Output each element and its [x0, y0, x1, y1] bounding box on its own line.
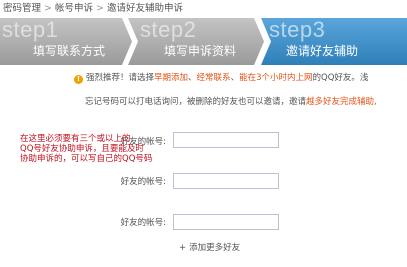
tip-separator: 、	[230, 73, 240, 83]
breadcrumb-item-account-appeal[interactable]: 帐号申诉	[55, 3, 93, 14]
step-1-number: step1	[2, 17, 59, 42]
note-highlight: 越多好友完成辅助,	[306, 97, 377, 107]
step-2: step2 填写申诉资料	[128, 18, 264, 65]
warning-icon: !	[74, 75, 83, 84]
tip-highlight-online: 能在3个小时内上网	[239, 73, 313, 83]
step-1: step1 填写联系方式	[0, 18, 132, 65]
tip-highlight-early: 早期添加	[154, 73, 189, 83]
add-more-friends-link[interactable]: + 添加更多好友	[179, 242, 240, 254]
step-3-active: step3 邀请好友辅助	[261, 18, 407, 65]
add-more-friends-label: 添加更多好友	[189, 243, 241, 253]
step-2-number: step2	[140, 17, 197, 42]
breadcrumb: 密码管理 > 帐号申诉 > 邀请好友辅助申诉	[3, 2, 183, 15]
step-3-number: step3	[269, 17, 326, 42]
step-2-title: 填写申诉资料	[164, 44, 237, 58]
tip-highlight-frequent: 经常联系	[196, 73, 231, 83]
recommendation-tip: ! 强烈推荐！请选择早期添加、经常联系、能在3个小时内上网的QQ好友。浅	[74, 72, 368, 85]
step-1-title: 填写联系方式	[33, 44, 106, 58]
tip-suffix: 的QQ好友。浅	[312, 73, 369, 83]
tip-prefix: 强烈推荐！请选择	[86, 73, 155, 83]
annotation-text: 在这里必须要有三个或以上的 QQ号好友协助申诉，且要能及时 协助申诉的，可以写自…	[20, 134, 165, 164]
annotation-line: 协助申诉的，可以写自己的QQ号码	[20, 154, 153, 164]
tip-separator: 、	[188, 73, 197, 83]
breadcrumb-item-invite-friends: 邀请好友辅助申诉	[106, 3, 183, 14]
invite-note: 忘记号码可以打电话询问，被删除的好友也可以邀请，邀请越多好友完成辅助,	[85, 96, 377, 109]
step-progress: step1 填写联系方式 step2 填写申诉资料 step3 邀请好友辅助	[0, 18, 407, 65]
annotation-line: QQ号好友协助申诉，且要能及时	[20, 144, 144, 154]
step-3-title: 邀请好友辅助	[286, 44, 359, 58]
note-text: 忘记号码可以打电话询问，被删除的好友也可以邀请，邀请	[85, 97, 307, 107]
friend-account-input-1[interactable]	[173, 132, 279, 148]
breadcrumb-separator: >	[96, 3, 104, 14]
friend-account-input-3[interactable]	[173, 214, 279, 230]
breadcrumb-item-password-manage[interactable]: 密码管理	[3, 3, 41, 14]
annotation-line: 在这里必须要有三个或以上的	[20, 134, 131, 144]
plus-icon: +	[179, 243, 187, 253]
friend-account-label-2: 好友的帐号:	[120, 177, 166, 187]
friend-account-label-3: 好友的帐号:	[120, 218, 166, 228]
friend-account-input-2[interactable]	[173, 173, 279, 189]
breadcrumb-separator: >	[44, 3, 52, 14]
